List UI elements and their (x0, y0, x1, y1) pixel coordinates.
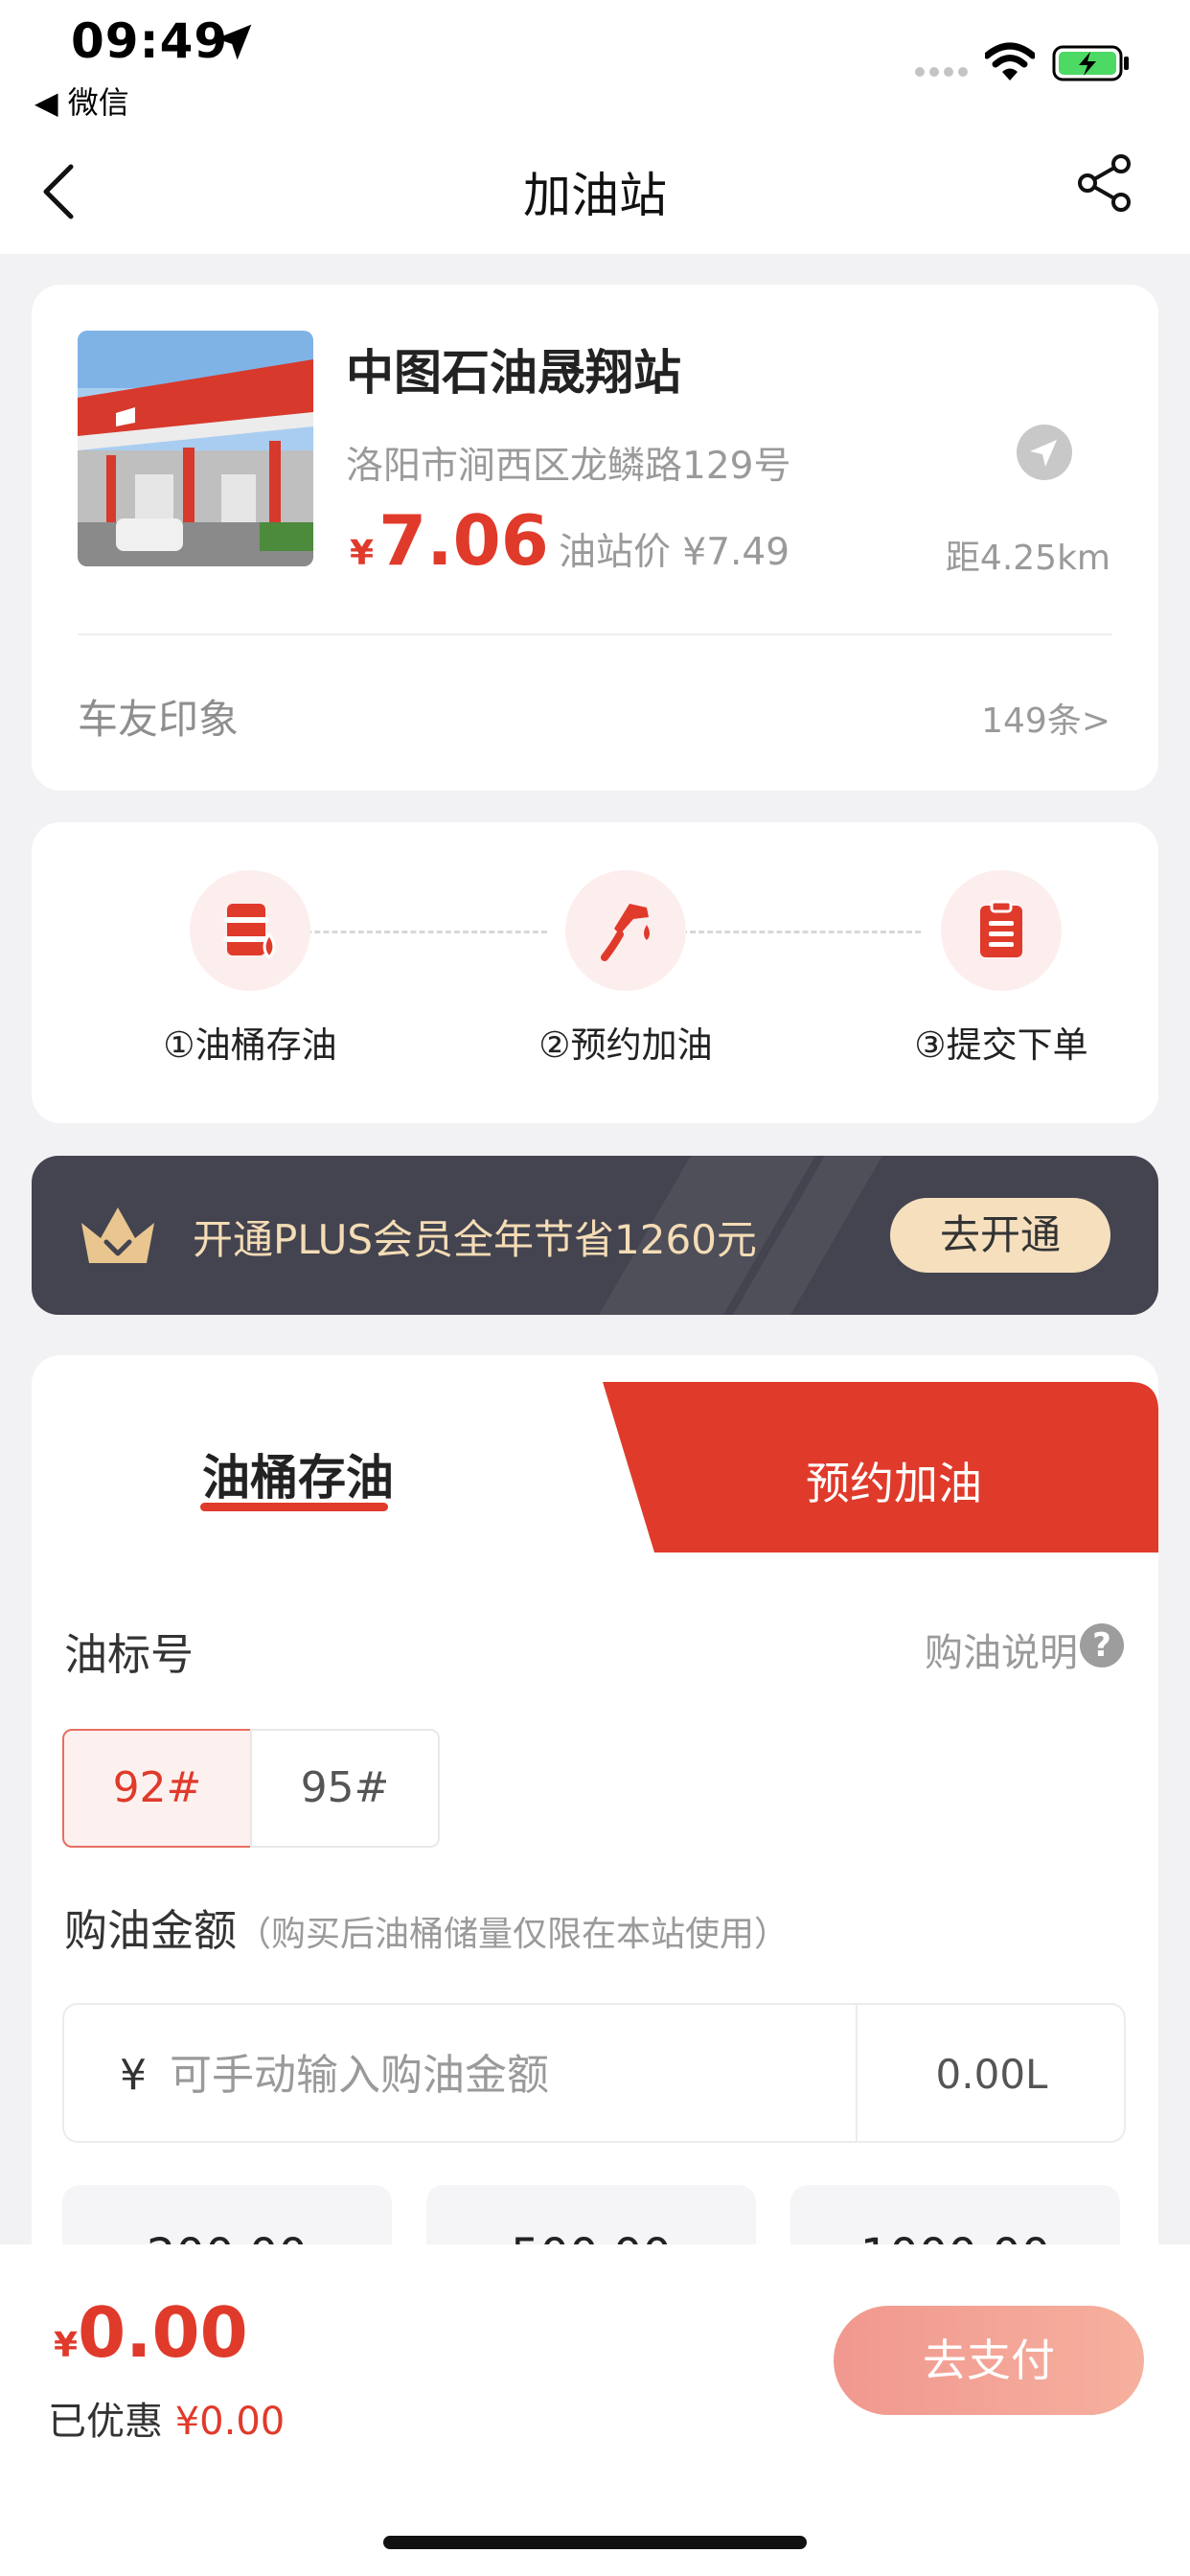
station-card[interactable]: 中图石油晟翔站 洛阳市涧西区龙鳞路129号 ¥ 7.06 油站价 ¥7.49 距… (32, 285, 1158, 791)
discount-value: ¥0.00 (174, 2400, 286, 2444)
fuel-nozzle-icon (601, 904, 650, 961)
share-icon[interactable] (1075, 153, 1134, 213)
step-2: ②预约加油 (501, 870, 750, 1068)
top-bar: 09:49 ◀ 微信 加油站 (0, 0, 1190, 254)
amount-label: 购油金额（购买后油桶储量仅限在本站使用） (64, 1905, 790, 1956)
tab-reserve-refuel[interactable]: 预约加油 (806, 1449, 982, 1512)
oil-barrel-icon (223, 904, 276, 960)
impression-count-link[interactable]: 149条> (981, 693, 1110, 743)
steps-card: ①油桶存油 ②预约加油 ③提交下单 (32, 822, 1158, 1123)
plus-banner[interactable]: 开通PLUS会员全年节省1260元 去开通 (32, 1156, 1158, 1315)
total-amount: ¥0.00 (54, 2292, 248, 2373)
station-photo (78, 331, 313, 566)
tab-active-indicator (200, 1503, 388, 1511)
grade-95-option[interactable]: 95# (250, 1729, 440, 1848)
plus-promo-text: 开通PLUS会员全年节省1260元 (193, 1216, 757, 1263)
location-arrow-icon (216, 24, 252, 60)
bottom-pay-bar: ¥0.00 已优惠 ¥0.00 去支付 (0, 2244, 1190, 2576)
wifi-icon (985, 42, 1035, 80)
grade-92-option[interactable]: 92# (62, 1729, 252, 1848)
activate-plus-button[interactable]: 去开通 (890, 1198, 1110, 1273)
step-2-label: ②预约加油 (538, 1024, 713, 1066)
signal-icon (915, 67, 968, 77)
station-price: 油站价 ¥7.49 (559, 531, 790, 574)
yen-symbol: ¥ (120, 2051, 147, 2100)
page-title: 加油站 (523, 168, 667, 223)
step-3: ③提交下单 (877, 870, 1126, 1068)
liters-readout: 0.00L (935, 2051, 1048, 2098)
station-address: 洛阳市涧西区龙鳞路129号 (346, 445, 791, 488)
back-to-wechat[interactable]: ◀ 微信 (34, 79, 129, 123)
purchase-form: 油桶存油 预约加油 油标号 购油说明 ? 92# 95# 购油金额（购买后油桶储… (32, 1355, 1158, 2313)
clipboard-icon (980, 900, 1022, 957)
step-1-label: ①油桶存油 (163, 1024, 337, 1066)
crown-icon (81, 1208, 154, 1263)
discount-summary: 已优惠 ¥0.00 (48, 2400, 286, 2444)
distance: 距4.25km (945, 539, 1110, 578)
amount-input-box: ¥ 0.00L (62, 2003, 1126, 2143)
amount-input[interactable] (170, 2039, 783, 2110)
oil-grade-label: 油标号 (64, 1629, 195, 1680)
station-name: 中图石油晟翔站 (346, 345, 681, 401)
status-time: 09:49 (71, 13, 229, 69)
discount-price: ¥ 7.06 (350, 500, 549, 581)
purchase-help-link[interactable]: 购油说明 (925, 1622, 1078, 1677)
step-1: ①油桶存油 (126, 870, 375, 1068)
divider (78, 633, 1112, 635)
tab-reserve-background (603, 1382, 1158, 1552)
step-3-label: ③提交下单 (914, 1024, 1088, 1066)
tab-oil-storage[interactable]: 油桶存油 (202, 1439, 394, 1508)
home-indicator (383, 2536, 807, 2549)
impression-label: 车友印象 (78, 696, 240, 743)
battery-charging-icon (1052, 45, 1129, 81)
navigate-icon[interactable] (1017, 425, 1072, 480)
amount-note: （购买后油桶储量仅限在本站使用） (237, 1915, 790, 1954)
help-icon[interactable]: ? (1080, 1623, 1124, 1668)
pay-button[interactable]: 去支付 (834, 2306, 1144, 2415)
